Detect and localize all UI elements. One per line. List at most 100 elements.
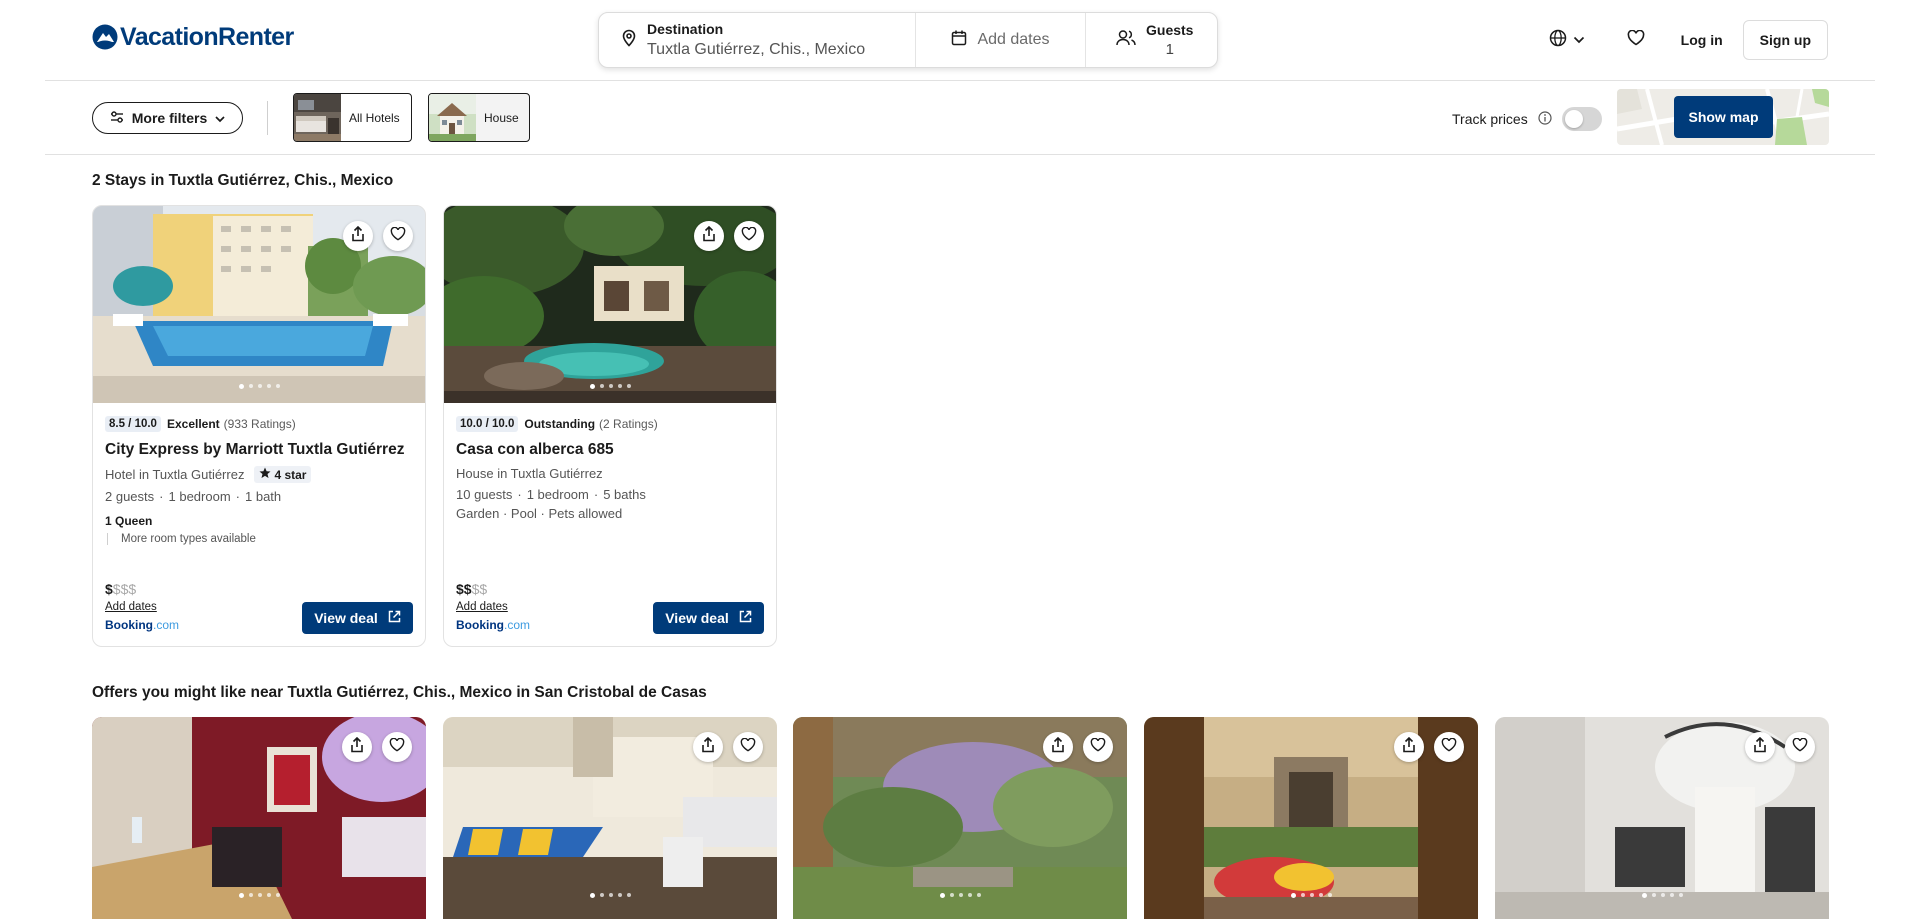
view-deal-button[interactable]: View deal	[302, 602, 413, 634]
guests-count: 10 guests	[456, 487, 513, 502]
show-map-button[interactable]: Show map	[1674, 96, 1773, 138]
view-deal-label: View deal	[314, 610, 378, 626]
header-actions: Log in Sign up	[1549, 20, 1828, 60]
photo-pagination[interactable]	[1144, 892, 1478, 898]
language-selector[interactable]	[1549, 29, 1585, 52]
guests-count: 2 guests	[105, 489, 155, 504]
bed-type: 1 Queen	[105, 514, 153, 528]
photo-pagination[interactable]	[1495, 892, 1829, 898]
guests-field[interactable]: Guests 1	[1086, 13, 1217, 67]
offer-card[interactable]	[793, 717, 1127, 919]
rating-score: 10.0 / 10.0	[456, 416, 519, 432]
save-favorite-button[interactable]	[382, 732, 412, 762]
heart-icon	[1627, 29, 1645, 51]
price-level-inactive: $$	[471, 581, 488, 597]
photo-pagination[interactable]	[793, 892, 1127, 898]
view-deal-button[interactable]: View deal	[653, 602, 764, 634]
add-dates-link[interactable]: Add dates	[105, 601, 157, 613]
save-favorite-button[interactable]	[1434, 732, 1464, 762]
rating-count: (2 Ratings)	[599, 417, 658, 431]
login-button[interactable]: Log in	[1681, 32, 1723, 48]
share-button[interactable]	[1043, 732, 1073, 762]
dates-placeholder: Add dates	[977, 31, 1050, 48]
filter-divider	[267, 101, 268, 135]
share-icon	[351, 225, 365, 247]
listing-details: 8.5 / 10.0 Excellent (933 Ratings) City …	[105, 416, 413, 545]
photo-pagination[interactable]	[443, 892, 777, 898]
share-icon	[701, 736, 715, 758]
house-thumbnail	[429, 94, 476, 141]
search-bar: Destination Tuxtla Gutiérrez, Chis., Mex…	[598, 12, 1218, 68]
info-icon[interactable]	[1538, 110, 1552, 128]
offer-photo	[1144, 717, 1478, 919]
chip-label: All Hotels	[349, 110, 400, 125]
external-link-icon	[388, 610, 401, 626]
offer-card[interactable]	[443, 717, 777, 919]
share-button[interactable]	[694, 221, 724, 251]
provider-logo: Booking.com	[456, 618, 530, 632]
share-button[interactable]	[1394, 732, 1424, 762]
share-button[interactable]	[343, 221, 373, 251]
view-deal-label: View deal	[665, 610, 729, 626]
external-link-icon	[739, 610, 752, 626]
favorites-button[interactable]	[1627, 29, 1645, 51]
calendar-icon	[951, 30, 967, 51]
listing-photo[interactable]	[93, 206, 426, 403]
save-favorite-button[interactable]	[733, 732, 763, 762]
share-button[interactable]	[342, 732, 372, 762]
listing-name[interactable]: Casa con alberca 685	[456, 441, 764, 459]
destination-field[interactable]: Destination Tuxtla Gutiérrez, Chis., Mex…	[599, 13, 916, 67]
offer-photo	[92, 717, 426, 919]
sliders-icon	[110, 110, 124, 126]
more-room-types: More room types available	[107, 533, 413, 545]
provider-name: Booking	[105, 618, 153, 632]
photo-pagination[interactable]	[444, 383, 776, 389]
top-header: VacationRenter Destination Tuxtla Gutiér…	[0, 0, 1920, 81]
share-icon	[1753, 736, 1767, 758]
star-rating-badge: 4 star	[254, 466, 312, 483]
price-level: $$$$	[456, 581, 530, 597]
listing-type: House in Tuxtla Gutiérrez	[456, 466, 603, 481]
hotel-room-thumbnail	[294, 94, 341, 141]
share-button[interactable]	[693, 732, 723, 762]
chip-label: House	[484, 110, 519, 125]
chip-all-hotels[interactable]: All Hotels	[293, 93, 412, 142]
listing-type-row: Hotel in Tuxtla Gutiérrez 4 star	[105, 466, 413, 483]
logo-text: VacationRenter	[120, 22, 294, 51]
share-icon	[702, 225, 716, 247]
rating-word: Outstanding	[524, 417, 596, 431]
share-button[interactable]	[1745, 732, 1775, 762]
share-icon	[1051, 736, 1065, 758]
heart-icon	[390, 226, 406, 246]
save-favorite-button[interactable]	[383, 221, 413, 251]
save-favorite-button[interactable]	[1083, 732, 1113, 762]
price-level-inactive: $$$	[112, 581, 137, 597]
chip-house[interactable]: House	[428, 93, 530, 142]
listing-amenities: Garden · Pool · Pets allowed	[456, 506, 623, 521]
heart-icon	[1441, 737, 1457, 757]
destination-value[interactable]: Tuxtla Gutiérrez, Chis., Mexico	[647, 40, 865, 60]
save-favorite-button[interactable]	[734, 221, 764, 251]
listing-type: Hotel in Tuxtla Gutiérrez	[105, 467, 245, 482]
listing-name[interactable]: City Express by Marriott Tuxtla Gutiérre…	[105, 441, 413, 459]
people-icon	[1116, 29, 1136, 52]
signup-button[interactable]: Sign up	[1742, 20, 1828, 60]
baths-count: 1 bath	[245, 489, 282, 504]
offer-card[interactable]	[1144, 717, 1478, 919]
offer-card[interactable]	[1495, 717, 1829, 919]
vacationrenter-logo[interactable]: VacationRenter	[92, 22, 294, 52]
save-favorite-button[interactable]	[1785, 732, 1815, 762]
listing-card[interactable]: 10.0 / 10.0 Outstanding (2 Ratings) Casa…	[443, 205, 777, 647]
track-prices-toggle[interactable]	[1561, 107, 1602, 131]
photo-pagination[interactable]	[92, 892, 426, 898]
star-icon	[259, 467, 271, 482]
photo-pagination[interactable]	[93, 383, 425, 389]
listing-card[interactable]: 8.5 / 10.0 Excellent (933 Ratings) City …	[92, 205, 426, 647]
listing-photo[interactable]	[444, 206, 777, 403]
filter-divider-line	[45, 154, 1875, 155]
dates-field[interactable]: Add dates	[916, 13, 1086, 67]
offer-card[interactable]	[92, 717, 426, 919]
more-filters-button[interactable]: More filters	[92, 102, 243, 134]
add-dates-link[interactable]: Add dates	[456, 601, 508, 613]
more-filters-label: More filters	[131, 110, 208, 126]
